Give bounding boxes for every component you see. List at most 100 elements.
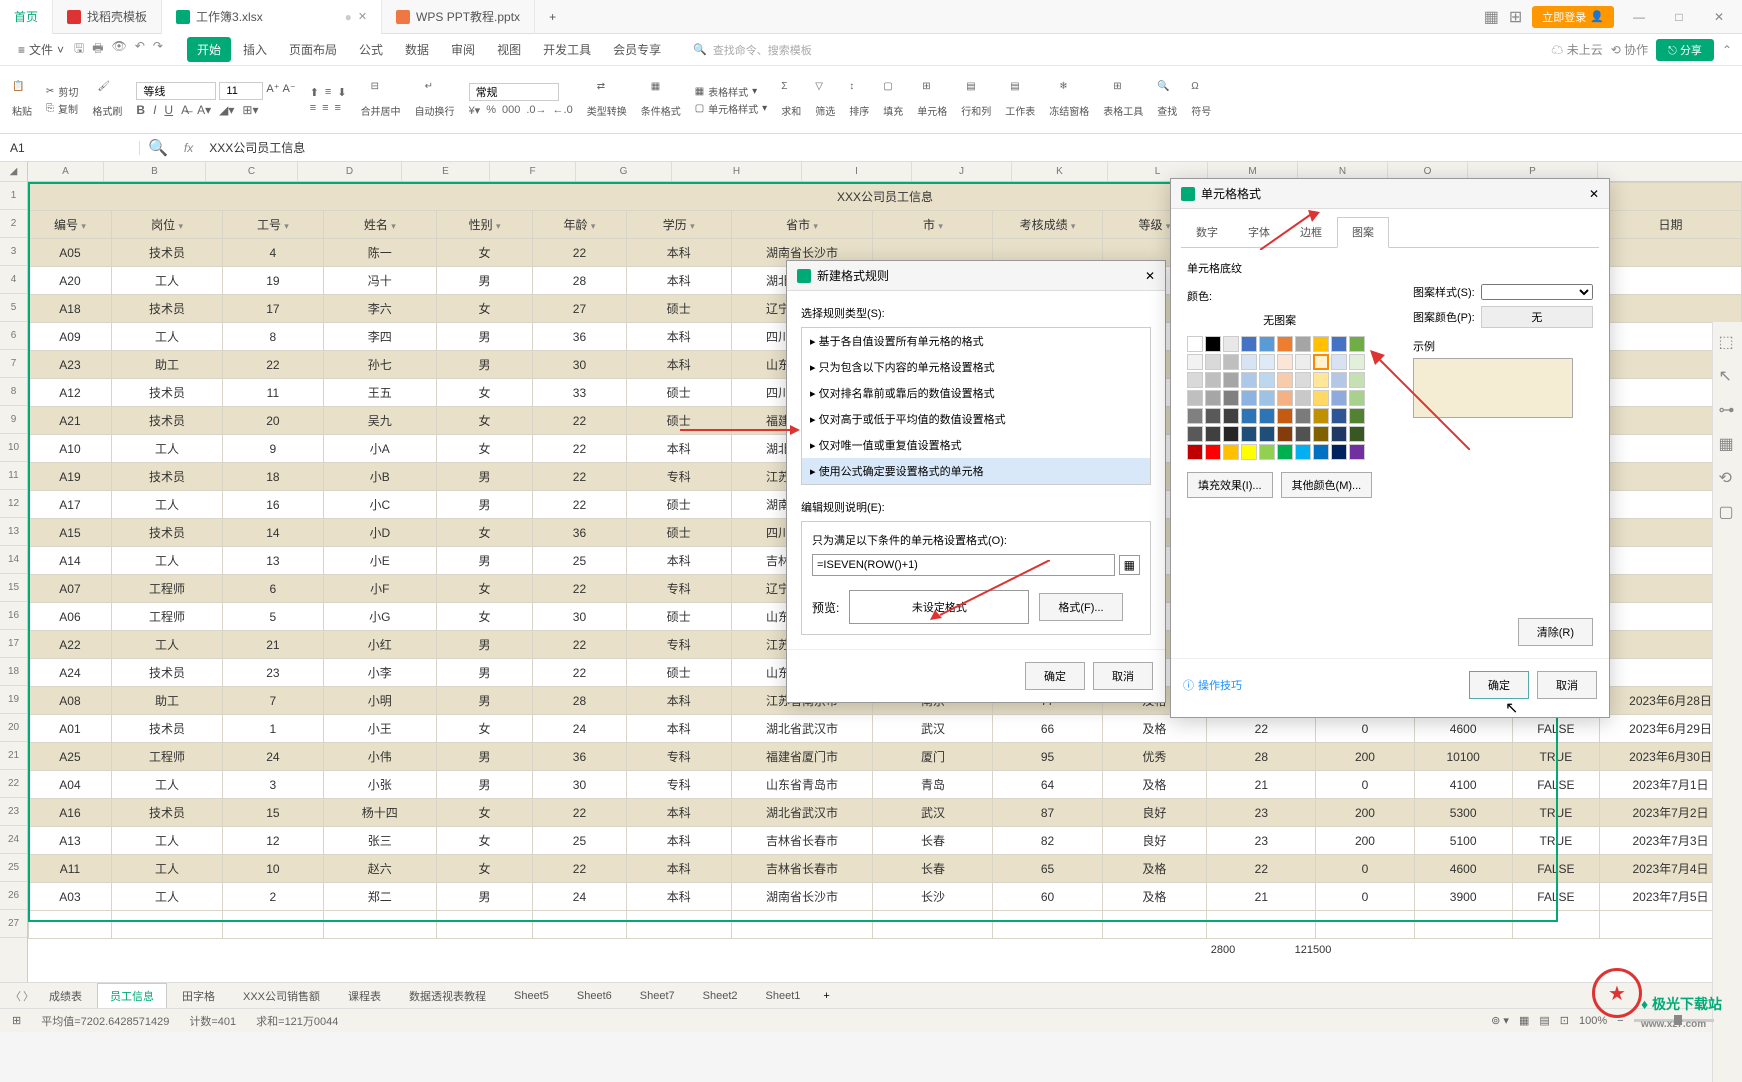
cell[interactable] bbox=[626, 911, 731, 939]
cell[interactable]: 技术员 bbox=[111, 295, 222, 323]
cell[interactable]: 本科 bbox=[626, 883, 731, 911]
cell[interactable]: A05 bbox=[29, 239, 112, 267]
cell[interactable]: 8 bbox=[223, 323, 323, 351]
menu-tab-insert[interactable]: 插入 bbox=[233, 37, 277, 62]
format-tab[interactable]: 字体 bbox=[1233, 217, 1285, 247]
view-page-icon[interactable]: ▤ bbox=[1539, 1014, 1549, 1027]
color-swatch[interactable] bbox=[1205, 408, 1221, 424]
rule-type-item[interactable]: ▸ 基于各自值设置所有单元格的格式 bbox=[802, 328, 1150, 354]
cell-name-box[interactable]: A1 bbox=[0, 141, 140, 155]
cell[interactable]: 95 bbox=[993, 743, 1102, 771]
format-tab[interactable]: 数字 bbox=[1181, 217, 1233, 247]
row-header[interactable]: 12 bbox=[0, 490, 27, 518]
cell[interactable] bbox=[1512, 911, 1599, 939]
cell[interactable]: 小C bbox=[323, 491, 436, 519]
color-swatch[interactable] bbox=[1241, 336, 1257, 352]
cell[interactable] bbox=[29, 911, 112, 939]
color-swatch[interactable] bbox=[1331, 336, 1347, 352]
cell[interactable]: A03 bbox=[29, 883, 112, 911]
color-swatch[interactable] bbox=[1349, 408, 1365, 424]
tab-docer[interactable]: 找稻壳模板 bbox=[53, 0, 162, 34]
cell[interactable]: 工人 bbox=[111, 547, 222, 575]
cell[interactable] bbox=[1600, 267, 1742, 295]
cell[interactable]: 24 bbox=[533, 715, 627, 743]
cell[interactable]: 工人 bbox=[111, 267, 222, 295]
cell[interactable]: 助工 bbox=[111, 687, 222, 715]
menu-tab-formula[interactable]: 公式 bbox=[349, 37, 393, 62]
cell[interactable]: 3900 bbox=[1414, 883, 1512, 911]
cell[interactable]: FALSE bbox=[1512, 715, 1599, 743]
rule-type-item[interactable]: ▸ 仅对高于或低于平均值的数值设置格式 bbox=[802, 406, 1150, 432]
cell[interactable]: A11 bbox=[29, 855, 112, 883]
color-swatch[interactable] bbox=[1277, 336, 1293, 352]
cell[interactable] bbox=[1600, 295, 1742, 323]
cell[interactable]: 小E bbox=[323, 547, 436, 575]
color-swatch[interactable] bbox=[1241, 408, 1257, 424]
cell[interactable]: A12 bbox=[29, 379, 112, 407]
row-header[interactable]: 13 bbox=[0, 518, 27, 546]
cell[interactable]: 男 bbox=[437, 491, 533, 519]
cell[interactable]: 及格 bbox=[1102, 715, 1207, 743]
cell[interactable]: 4 bbox=[223, 239, 323, 267]
font-size[interactable] bbox=[219, 82, 263, 100]
underline-button[interactable]: U bbox=[164, 103, 173, 117]
cond-format[interactable]: ▦条件格式 bbox=[641, 81, 681, 118]
cell[interactable]: 男 bbox=[437, 659, 533, 687]
cell[interactable]: 本科 bbox=[626, 799, 731, 827]
cell[interactable]: 30 bbox=[533, 771, 627, 799]
symbol-button[interactable]: Ω符号 bbox=[1191, 81, 1211, 118]
fill-button[interactable]: ▢填充 bbox=[883, 81, 903, 118]
color-swatch[interactable] bbox=[1205, 444, 1221, 460]
align-center-icon[interactable]: ≡ bbox=[322, 102, 328, 114]
cell[interactable]: 25 bbox=[533, 547, 627, 575]
cell[interactable]: 湖北省武汉市 bbox=[731, 715, 873, 743]
cell[interactable]: 36 bbox=[533, 323, 627, 351]
cell[interactable]: 小张 bbox=[323, 771, 436, 799]
clear-button[interactable]: 清除(R) bbox=[1518, 618, 1593, 646]
cell[interactable]: 女 bbox=[437, 799, 533, 827]
cell[interactable]: 本科 bbox=[626, 267, 731, 295]
cell[interactable]: 杨十四 bbox=[323, 799, 436, 827]
align-mid-icon[interactable]: ≡ bbox=[325, 86, 331, 99]
tips-link[interactable]: ⓘ 操作技巧 bbox=[1183, 671, 1242, 699]
cell[interactable]: 0 bbox=[1316, 855, 1414, 883]
cell[interactable]: 4600 bbox=[1414, 855, 1512, 883]
cell[interactable]: 小B bbox=[323, 463, 436, 491]
cell[interactable]: 0 bbox=[1316, 715, 1414, 743]
color-swatch[interactable] bbox=[1259, 372, 1275, 388]
cell[interactable]: 22 bbox=[533, 491, 627, 519]
cancel-button[interactable]: 取消 bbox=[1093, 662, 1153, 690]
color-swatch[interactable] bbox=[1295, 336, 1311, 352]
row-header[interactable]: 4 bbox=[0, 266, 27, 294]
color-swatch[interactable] bbox=[1349, 426, 1365, 442]
minimize-button[interactable]: — bbox=[1624, 10, 1654, 24]
cell[interactable] bbox=[1207, 911, 1316, 939]
cell[interactable]: 良好 bbox=[1102, 827, 1207, 855]
cell[interactable]: 硕士 bbox=[626, 519, 731, 547]
rule-type-item[interactable]: ▸ 只为包含以下内容的单元格设置格式 bbox=[802, 354, 1150, 380]
row-header[interactable]: 20 bbox=[0, 714, 27, 742]
cell[interactable]: 5100 bbox=[1414, 827, 1512, 855]
cell[interactable]: A25 bbox=[29, 743, 112, 771]
cell[interactable]: 女 bbox=[437, 855, 533, 883]
row-header[interactable]: 26 bbox=[0, 882, 27, 910]
cell[interactable]: FALSE bbox=[1512, 855, 1599, 883]
cell[interactable]: 5 bbox=[223, 603, 323, 631]
cell[interactable]: 技术员 bbox=[111, 407, 222, 435]
color-swatch[interactable] bbox=[1205, 390, 1221, 406]
menu-tab-review[interactable]: 审阅 bbox=[441, 37, 485, 62]
cell[interactable]: FALSE bbox=[1512, 883, 1599, 911]
cell[interactable]: 武汉 bbox=[873, 799, 993, 827]
cell[interactable]: 专科 bbox=[626, 575, 731, 603]
align-bot-icon[interactable]: ⬇ bbox=[337, 86, 346, 99]
cell[interactable]: 本科 bbox=[626, 855, 731, 883]
color-swatch[interactable] bbox=[1241, 426, 1257, 442]
column-header[interactable]: D bbox=[298, 162, 402, 181]
rule-type-list[interactable]: ▸ 基于各自值设置所有单元格的格式▸ 只为包含以下内容的单元格设置格式▸ 仅对排… bbox=[801, 327, 1151, 485]
row-header[interactable]: 7 bbox=[0, 350, 27, 378]
cell[interactable]: 硕士 bbox=[626, 407, 731, 435]
cell[interactable]: 赵六 bbox=[323, 855, 436, 883]
cell[interactable]: 女 bbox=[437, 519, 533, 547]
color-swatch[interactable] bbox=[1349, 390, 1365, 406]
cell[interactable]: 男 bbox=[437, 631, 533, 659]
